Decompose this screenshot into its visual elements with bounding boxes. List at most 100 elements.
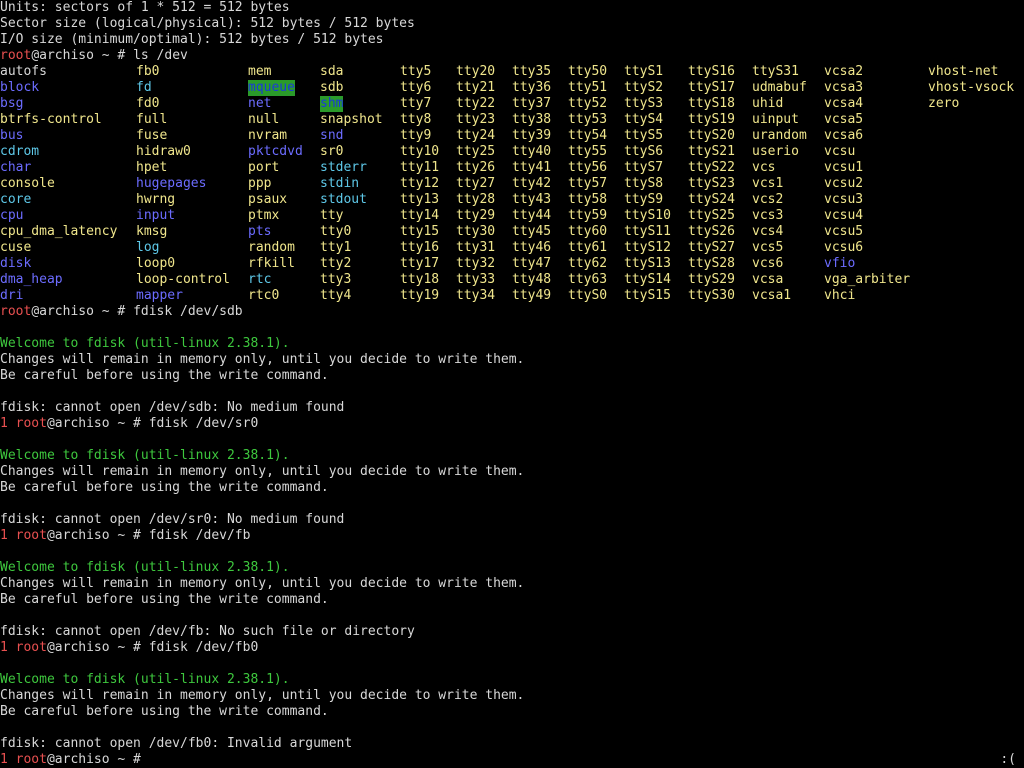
dev-entry: ttyS16 (688, 64, 735, 79)
dev-entry: vga_arbiter (824, 272, 911, 287)
dev-entry: vcsu (824, 144, 856, 159)
dev-entry: tty3 (320, 272, 352, 287)
output-text: I/O size (minimum/optimal): 512 bytes / … (0, 32, 384, 47)
prompt-line: 1 root@archiso ~ # fdisk /dev/fb (0, 528, 250, 544)
info-text: Changes will remain in memory only, unti… (0, 576, 525, 591)
dev-entry: tty30 (456, 224, 496, 239)
info-text: Be careful before using the write comman… (0, 368, 329, 383)
dev-entry: bus (0, 128, 24, 143)
dev-entry: vcsu6 (824, 240, 864, 255)
dev-entry: tty46 (512, 240, 552, 255)
prompt-user: root (15, 752, 47, 767)
dev-entry: mqueue (248, 80, 295, 96)
dev-entry: vcsa (752, 272, 784, 287)
dev-entry: ttyS3 (624, 96, 664, 111)
dev-entry: psaux (248, 192, 288, 207)
prompt-line: root@archiso ~ # ls /dev (0, 48, 188, 64)
dev-entry: tty2 (320, 256, 352, 271)
dev-entry: ttyS1 (624, 64, 664, 79)
dev-entry: fb0 (136, 64, 160, 79)
fdisk-welcome: Welcome to fdisk (util-linux 2.38.1). (0, 560, 290, 576)
fdisk-error: fdisk: cannot open /dev/fb: No such file… (0, 624, 415, 640)
fdisk-info: Be careful before using the write comman… (0, 704, 329, 720)
exit-code: 1 (0, 640, 8, 655)
dev-entry: tty55 (568, 144, 608, 159)
dev-entry: ptmx (248, 208, 280, 223)
dev-entry: tty5 (400, 64, 432, 79)
dev-entry: vcsu2 (824, 176, 864, 191)
dev-entry: ttyS31 (752, 64, 799, 79)
dev-entry: tty53 (568, 112, 608, 127)
fdisk-info: Be careful before using the write comman… (0, 592, 329, 608)
dev-entry: tty45 (512, 224, 552, 239)
exit-code: 1 (0, 528, 8, 543)
dev-entry: tty33 (456, 272, 496, 287)
dev-entry: tty31 (456, 240, 496, 255)
dev-entry: stdout (320, 192, 367, 207)
output-line: Units: sectors of 1 * 512 = 512 bytes (0, 0, 290, 16)
fdisk-welcome: Welcome to fdisk (util-linux 2.38.1). (0, 336, 290, 352)
dev-entry: tty23 (456, 112, 496, 127)
dev-entry: full (136, 112, 168, 127)
info-text: Be careful before using the write comman… (0, 480, 329, 495)
output-line: I/O size (minimum/optimal): 512 bytes / … (0, 32, 384, 48)
dev-entry: vcs3 (752, 208, 784, 223)
dev-entry: tty58 (568, 192, 608, 207)
dev-entry: tty40 (512, 144, 552, 159)
dev-entry: tty36 (512, 80, 552, 95)
dev-entry: tty1 (320, 240, 352, 255)
welcome-text: Welcome to fdisk (util-linux 2.38.1). (0, 560, 290, 575)
dev-entry: ttyS8 (624, 176, 664, 191)
dev-entry: tty60 (568, 224, 608, 239)
error-text: fdisk: cannot open /dev/fb0: Invalid arg… (0, 736, 353, 751)
dev-entry: sda (320, 64, 344, 79)
dev-entry: tty43 (512, 192, 552, 207)
dev-entry: tty24 (456, 128, 496, 143)
output-text: Sector size (logical/physical): 512 byte… (0, 16, 415, 31)
dev-entry: vfio (824, 256, 856, 271)
dev-entry: vcsa4 (824, 96, 864, 111)
dev-entry: ttyS7 (624, 160, 664, 175)
dev-entry: userio (752, 144, 799, 159)
dev-entry: tty59 (568, 208, 608, 223)
prompt-line: root@archiso ~ # fdisk /dev/sdb (0, 304, 243, 320)
dev-entry: vcsu3 (824, 192, 864, 207)
command-text: ls /dev (133, 48, 188, 63)
dev-entry: hugepages (136, 176, 207, 191)
dev-entry: tty10 (400, 144, 440, 159)
dev-entry: uinput (752, 112, 799, 127)
info-text: Be careful before using the write comman… (0, 704, 329, 719)
dev-entry: sr0 (320, 144, 344, 159)
exit-code: 1 (0, 416, 8, 431)
command-text: fdisk /dev/fb (148, 528, 251, 543)
dev-entry: vcsa5 (824, 112, 864, 127)
dev-entry: tty38 (512, 112, 552, 127)
dev-entry: core (0, 192, 32, 207)
dev-entry: vcs1 (752, 176, 784, 191)
dev-entry: loop-control (136, 272, 230, 287)
prompt-line-current: 1 root@archiso ~ # (0, 752, 149, 768)
dev-entry: tty0 (320, 224, 352, 239)
dev-entry: stdin (320, 176, 360, 191)
dev-entry: tty14 (400, 208, 440, 223)
dev-entry: ttyS10 (624, 208, 671, 223)
dev-entry: tty29 (456, 208, 496, 223)
dev-entry: tty8 (400, 112, 432, 127)
dev-entry: autofs (0, 64, 47, 79)
output-line: Sector size (logical/physical): 512 byte… (0, 16, 415, 32)
dev-entry: tty7 (400, 96, 432, 111)
dev-entry: vhost-vsock (928, 80, 1015, 95)
dev-entry: ttyS13 (624, 256, 671, 271)
dev-entry: shm (320, 96, 344, 112)
dev-entry: ttyS29 (688, 272, 735, 287)
command-text: fdisk /dev/sr0 (148, 416, 259, 431)
fdisk-info: Changes will remain in memory only, unti… (0, 576, 524, 592)
welcome-text: Welcome to fdisk (util-linux 2.38.1). (0, 336, 290, 351)
prompt-user: root (15, 528, 47, 543)
prompt-host: @archiso ~ # (46, 416, 149, 431)
dev-entry: tty (320, 208, 344, 223)
dev-entry: cpu (0, 208, 24, 223)
dev-entry: tty19 (400, 288, 440, 303)
dev-entry: tty18 (400, 272, 440, 287)
